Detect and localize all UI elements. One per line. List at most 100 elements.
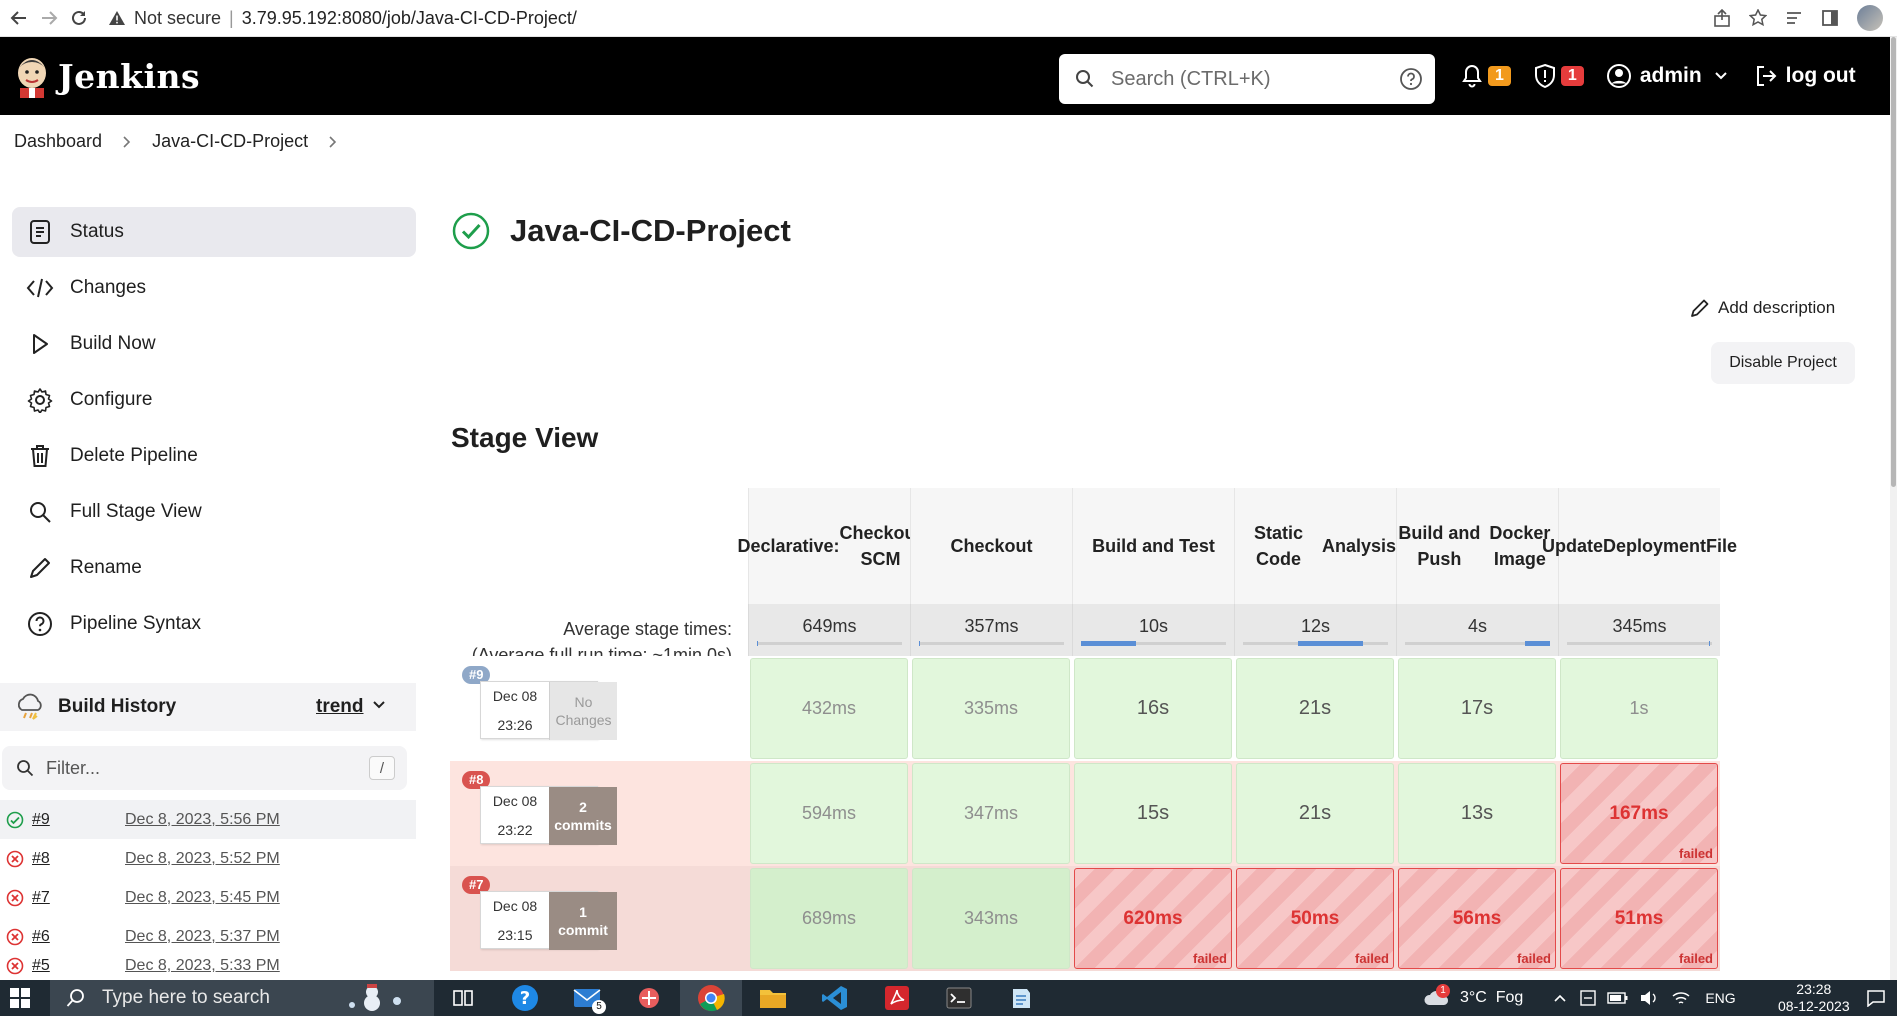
taskbar-clock[interactable]: 23:28 08-12-2023	[1778, 981, 1850, 1015]
build-filter[interactable]: Filter... /	[2, 746, 407, 790]
vscode-icon[interactable]	[804, 980, 866, 1016]
sidebar-item-full-stage-view[interactable]: Full Stage View	[12, 487, 416, 537]
build-date-link[interactable]: Dec 8, 2023, 5:45 PM	[125, 889, 280, 907]
taskbar-search[interactable]: Type here to search	[50, 980, 434, 1016]
search-input[interactable]: Search (CTRL+K)	[1111, 68, 1271, 91]
stage-cell-success[interactable]: 13s	[1398, 763, 1556, 864]
weather-icon[interactable]: 1	[1422, 984, 1452, 1010]
build-number-link[interactable]: #8	[32, 850, 112, 868]
user-name: admin	[1639, 64, 1702, 87]
build-date-link[interactable]: Dec 8, 2023, 5:37 PM	[125, 928, 280, 946]
chrome-app-icon[interactable]	[680, 980, 742, 1016]
build-history-row[interactable]: #6 Dec 8, 2023, 5:37 PM	[0, 917, 416, 956]
task-view-icon[interactable]	[432, 980, 494, 1016]
mail-app-icon[interactable]: 5	[556, 980, 618, 1016]
windows-start-icon[interactable]	[10, 988, 30, 1008]
search-box[interactable]: Search (CTRL+K)	[1059, 54, 1435, 104]
sidebar-item-status[interactable]: Status	[12, 207, 416, 257]
logout-button[interactable]: log out	[1754, 64, 1856, 88]
stage-cell-failed[interactable]: 620ms failed	[1074, 868, 1232, 969]
stage-cell-success[interactable]: 17s	[1398, 658, 1556, 759]
jenkins-logo-link[interactable]: Jenkins	[14, 54, 200, 98]
stage-cell-success[interactable]: 335ms	[912, 658, 1070, 759]
add-description-button[interactable]: Add description	[1690, 298, 1835, 318]
reading-list-icon[interactable]	[1785, 9, 1803, 27]
sidebar-item-rename[interactable]: Rename	[12, 543, 416, 593]
help-app-icon[interactable]: ?	[494, 980, 556, 1016]
notifications-button[interactable]: 1	[1460, 63, 1511, 89]
build-history-row[interactable]: #5 Dec 8, 2023, 5:33 PM	[0, 956, 416, 976]
wifi-icon[interactable]	[1671, 990, 1691, 1006]
stage-cell-success[interactable]: 343ms	[912, 868, 1070, 969]
weather-text[interactable]: 3°C Fog	[1460, 989, 1523, 1007]
stage-cell-success[interactable]: 1s	[1560, 658, 1718, 759]
build-date-link[interactable]: Dec 8, 2023, 5:33 PM	[125, 957, 280, 975]
notification-center-icon[interactable]	[1866, 989, 1886, 1007]
stage-cell-success[interactable]: 16s	[1074, 658, 1232, 759]
terminal-icon[interactable]	[928, 980, 990, 1016]
scrollbar-thumb[interactable]	[1891, 37, 1896, 487]
browser-profile-avatar[interactable]	[1857, 5, 1883, 31]
build-number-link[interactable]: #7	[32, 889, 112, 907]
breadcrumb-dashboard[interactable]: Dashboard	[14, 131, 102, 152]
back-icon[interactable]	[8, 7, 30, 29]
trend-link[interactable]: trend	[316, 696, 364, 718]
filter-input[interactable]: Filter...	[46, 758, 100, 779]
build-history-row[interactable]: #9 Dec 8, 2023, 5:56 PM	[0, 800, 416, 839]
sidebar-item-changes[interactable]: Changes	[12, 263, 416, 313]
page-scrollbar[interactable]	[1890, 37, 1897, 980]
volume-icon[interactable]	[1639, 990, 1659, 1006]
stage-cell-success[interactable]: 347ms	[912, 763, 1070, 864]
build-changes[interactable]: 1 commit	[549, 892, 617, 950]
build-history-row[interactable]: #8 Dec 8, 2023, 5:52 PM	[0, 839, 416, 878]
forward-icon[interactable]	[38, 7, 60, 29]
share-icon[interactable]	[1713, 9, 1731, 27]
breadcrumb-project[interactable]: Java-CI-CD-Project	[152, 131, 308, 152]
stage-cell-success[interactable]: 21s	[1236, 658, 1394, 759]
stage-header: Update Deployment File	[1542, 488, 1737, 604]
search-help-icon[interactable]	[1399, 67, 1423, 91]
security-button[interactable]: 1	[1533, 63, 1584, 89]
address-bar[interactable]: Not secure | 3.79.95.192:8080/job/Java-C…	[100, 3, 1680, 33]
disable-project-button[interactable]: Disable Project	[1711, 342, 1855, 384]
taskbar-search-input[interactable]: Type here to search	[102, 987, 270, 1009]
build-number-link[interactable]: #9	[32, 811, 112, 829]
notepad-icon[interactable]	[990, 980, 1052, 1016]
stage-cell-success[interactable]: 21s	[1236, 763, 1394, 864]
file-explorer-icon[interactable]	[742, 980, 804, 1016]
build-number-link[interactable]: #5	[32, 957, 112, 975]
stage-cell-success[interactable]: 15s	[1074, 763, 1232, 864]
stage-cell-failed[interactable]: 51ms failed	[1560, 868, 1718, 969]
sidebar-item-build-now[interactable]: Build Now	[12, 319, 416, 369]
stage-cell-failed[interactable]: 167ms failed	[1560, 763, 1718, 864]
build-changes[interactable]: 2 commits	[549, 787, 617, 845]
chevron-right-icon[interactable]	[328, 135, 338, 149]
stage-cell-success[interactable]: 689ms	[750, 868, 908, 969]
tray-app-icon[interactable]	[1579, 989, 1597, 1007]
breadcrumb: Dashboard Java-CI-CD-Project	[14, 131, 338, 152]
build-date-box[interactable]: Dec 08 23:26 No Changes	[480, 681, 617, 740]
snipping-app-icon[interactable]	[618, 980, 680, 1016]
reload-icon[interactable]	[68, 7, 90, 29]
sidebar-item-pipeline-syntax[interactable]: Pipeline Syntax	[12, 599, 416, 649]
sidepanel-icon[interactable]	[1821, 9, 1839, 27]
build-history-row[interactable]: #7 Dec 8, 2023, 5:45 PM	[0, 878, 416, 917]
star-icon[interactable]	[1749, 9, 1767, 27]
build-date-box[interactable]: Dec 08 23:22 2 commits	[480, 786, 617, 845]
stage-cell-failed[interactable]: 56ms failed	[1398, 868, 1556, 969]
chevron-down-icon[interactable]	[372, 700, 386, 710]
build-date-link[interactable]: Dec 8, 2023, 5:56 PM	[125, 811, 280, 829]
stage-cell-success[interactable]: 432ms	[750, 658, 908, 759]
sidebar-item-configure[interactable]: Configure	[12, 375, 416, 425]
build-number-link[interactable]: #6	[32, 928, 112, 946]
chevron-up-icon[interactable]	[1553, 993, 1567, 1003]
build-date-link[interactable]: Dec 8, 2023, 5:52 PM	[125, 850, 280, 868]
sidebar-item-delete-pipeline[interactable]: Delete Pipeline	[12, 431, 416, 481]
battery-icon[interactable]	[1607, 991, 1629, 1005]
user-menu[interactable]: admin	[1606, 63, 1728, 89]
build-date-box[interactable]: Dec 08 23:15 1 commit	[480, 891, 617, 950]
stage-cell-success[interactable]: 594ms	[750, 763, 908, 864]
language-indicator[interactable]: ENG	[1705, 990, 1735, 1006]
pdf-reader-icon[interactable]	[866, 980, 928, 1016]
stage-cell-failed[interactable]: 50ms failed	[1236, 868, 1394, 969]
